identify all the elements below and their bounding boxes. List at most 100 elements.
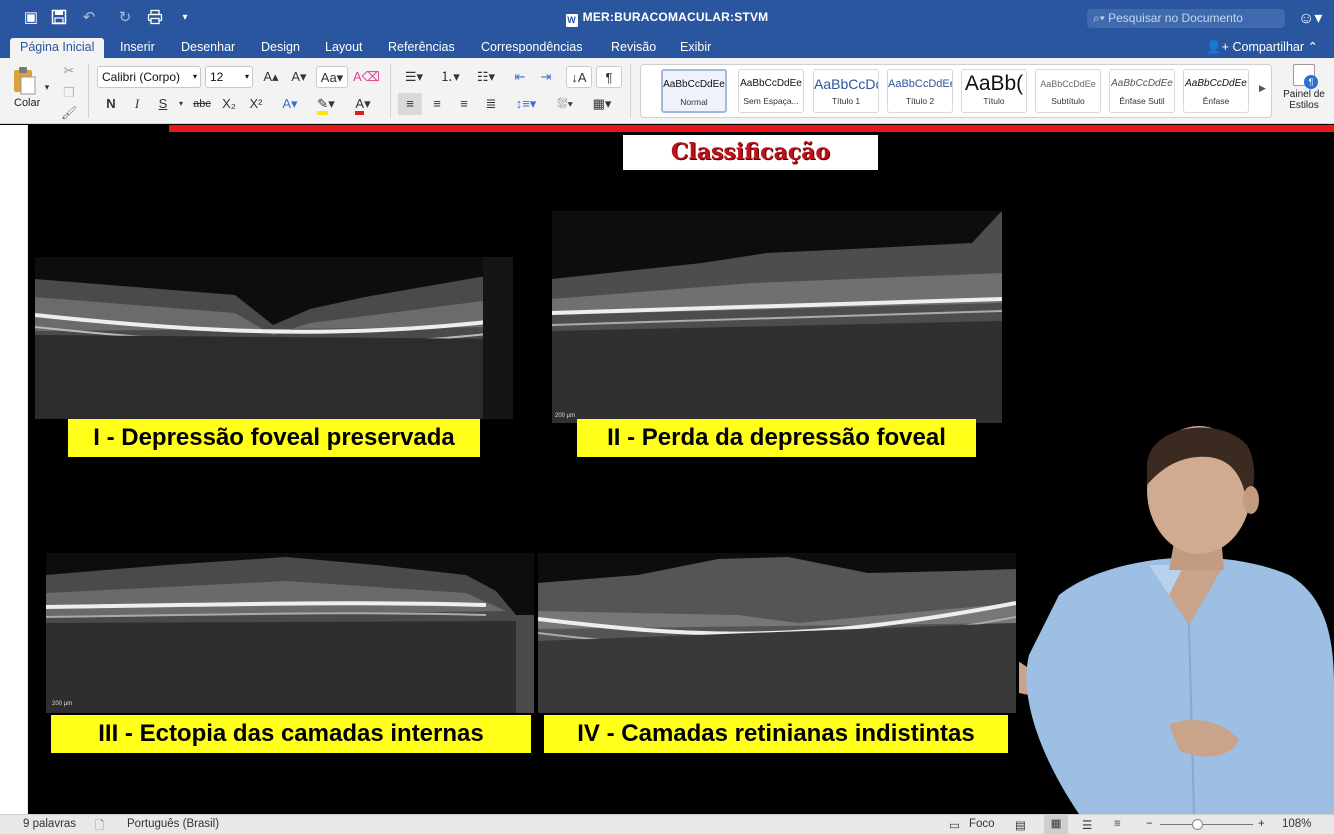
clear-formatting-icon[interactable]: A⌫ <box>353 66 380 88</box>
tab-referencias[interactable]: Referências <box>388 40 455 54</box>
web-layout-view-icon[interactable]: ▦ <box>1044 815 1068 834</box>
style-sample: AaBbCcDdEe <box>1185 78 1247 89</box>
decrease-indent-icon[interactable]: ⇤ <box>508 66 532 88</box>
borders-icon[interactable]: ▦▾ <box>584 93 620 115</box>
cut-icon[interactable]: ✂ <box>60 60 78 82</box>
ribbon-tabs: Página Inicial Inserir Desenhar Design L… <box>0 36 1334 58</box>
sort-icon[interactable]: ↓A <box>566 66 592 88</box>
style-name: Sem Espaça... <box>743 96 799 106</box>
align-center-icon[interactable]: ≡ <box>425 93 449 115</box>
shrink-font-icon[interactable]: A▾ <box>286 66 312 88</box>
collapse-ribbon-icon[interactable]: ⌃ <box>1308 40 1318 54</box>
paste-icon[interactable] <box>12 66 36 95</box>
align-left-icon[interactable]: ≡ <box>398 93 422 115</box>
style-titulo[interactable]: AaBb(Título <box>961 69 1027 113</box>
highlight-color-icon[interactable]: ✎▾ <box>308 93 344 115</box>
font-size-select[interactable]: 12 ▾ <box>205 66 253 88</box>
zoom-out-button[interactable]: − <box>1146 818 1153 830</box>
font-color-icon[interactable]: A▾ <box>346 93 380 115</box>
zoom-slider-thumb[interactable] <box>1192 819 1204 830</box>
word-count[interactable]: 9 palavras <box>23 818 76 830</box>
slide-image: Classificação I - Depressão foveal prese… <box>29 125 1334 814</box>
multilevel-list-icon[interactable]: ☷▾ <box>470 66 502 88</box>
tab-desenhar[interactable]: Desenhar <box>181 40 235 54</box>
share-button[interactable]: 👤+ Compartilhar ⌃ <box>1206 39 1318 55</box>
tab-layout[interactable]: Layout <box>325 40 363 54</box>
language-indicator[interactable]: Português (Brasil) <box>127 818 219 830</box>
numbering-icon[interactable]: ⒈▾ <box>434 66 466 88</box>
style-sample: AaBbCcDdEe <box>1040 79 1096 89</box>
style-titulo-2[interactable]: AaBbCcDdEe Título 2 <box>887 69 953 113</box>
style-subtitulo[interactable]: AaBbCcDdEe Subtítulo <box>1035 69 1101 113</box>
underline-options-chevron-icon[interactable]: ▾ <box>176 93 186 115</box>
focus-mode-icon[interactable]: ▭ <box>949 818 960 832</box>
style-enfase-sutil[interactable]: AaBbCcDdEe Ênfase Sutil <box>1109 69 1175 113</box>
grow-font-icon[interactable]: A▴ <box>258 66 284 88</box>
underline-button[interactable]: S <box>152 93 174 115</box>
increase-indent-icon[interactable]: ⇥ <box>534 66 558 88</box>
format-painter-icon[interactable]: 🖌 <box>60 102 78 124</box>
tab-pagina-inicial[interactable]: Página Inicial <box>10 38 105 58</box>
draft-view-icon[interactable]: ≡ <box>1114 818 1121 830</box>
style-sample: AaBbCcDdEe <box>1111 78 1173 89</box>
copy-icon[interactable]: ❐ <box>60 82 78 104</box>
tab-design[interactable]: Design <box>261 40 300 54</box>
tab-revisao[interactable]: Revisão <box>611 40 656 54</box>
search-icon: ⌕▾ <box>1093 11 1105 25</box>
oct-scan-2: 200 µm <box>552 211 1002 423</box>
chevron-down-icon: ▾ <box>192 72 197 81</box>
proofing-icon[interactable]: 🗋 <box>95 818 104 834</box>
tab-exibir[interactable]: Exibir <box>680 40 711 54</box>
italic-button[interactable]: I <box>126 93 148 115</box>
style-name: Título <box>983 96 1005 106</box>
styles-gallery: AaBbCcDdEe Normal AaBbCcDdEe Sem Espaça...… <box>640 64 1272 118</box>
chevron-down-icon: ▾ <box>244 72 249 81</box>
style-sample: AaBbCcDdEe <box>663 79 725 90</box>
style-name: Normal <box>680 97 708 107</box>
zoom-in-button[interactable]: + <box>1258 818 1265 830</box>
superscript-button[interactable]: X² <box>244 93 268 115</box>
caption-3: III - Ectopia das camadas internas <box>51 715 531 753</box>
scale-label: 200 µm <box>555 413 576 419</box>
search-input[interactable]: ⌕▾ Pesquisar no Documento <box>1087 9 1285 28</box>
tab-correspondencias[interactable]: Correspondências <box>481 40 582 54</box>
caption-2: II - Perda da depressão foveal <box>577 419 976 457</box>
style-sample: AaBbCcDdEe <box>740 78 802 89</box>
text-effects-icon[interactable]: A▾ <box>276 93 304 115</box>
subscript-button[interactable]: X₂ <box>217 93 241 115</box>
line-spacing-icon[interactable]: ↕≡▾ <box>510 93 542 115</box>
style-normal[interactable]: AaBbCcDdEe Normal <box>661 69 727 113</box>
presenter-video <box>849 425 1334 814</box>
align-right-icon[interactable]: ≡ <box>452 93 476 115</box>
oct-scan-4 <box>538 553 1016 713</box>
change-case-icon[interactable]: Aa▾ <box>316 66 348 88</box>
styles-pane-button[interactable]: ¶ Painel de Estilos <box>1276 64 1332 111</box>
caption-1: I - Depressão foveal preservada <box>68 419 480 457</box>
oct-scan-3: 200 µm <box>46 553 534 713</box>
ribbon-home: Colar ▾ ✂ ❐ 🖌 Calibri (Corpo) ▾ 12 ▾ A▴ A▾… <box>0 58 1334 124</box>
shading-icon[interactable]: ⛆▾ <box>548 93 582 115</box>
style-titulo-1[interactable]: AaBbCcDc Título 1 <box>813 69 879 113</box>
feedback-smiley-icon[interactable]: ☺▾ <box>1298 8 1326 28</box>
print-layout-view-icon[interactable]: ▤ <box>1015 818 1026 832</box>
style-enfase[interactable]: AaBbCcDdEe Ênfase <box>1183 69 1249 113</box>
focus-mode-label[interactable]: Foco <box>969 818 995 830</box>
strikethrough-button[interactable]: abc <box>190 93 214 115</box>
styles-more-icon[interactable]: ▶ <box>1259 83 1266 94</box>
show-formatting-marks-icon[interactable]: ¶ <box>596 66 622 88</box>
caption-4: IV - Camadas retinianas indistintas <box>544 715 1008 753</box>
bullets-icon[interactable]: ☰▾ <box>398 66 430 88</box>
justify-icon[interactable]: ≣ <box>479 93 503 115</box>
tab-inserir[interactable]: Inserir <box>120 40 155 54</box>
paste-options-chevron-icon[interactable]: ▾ <box>42 76 52 98</box>
divider <box>630 64 631 118</box>
style-sem-espacamento[interactable]: AaBbCcDdEe Sem Espaça... <box>738 69 804 113</box>
font-name-select[interactable]: Calibri (Corpo) ▾ <box>97 66 201 88</box>
style-name: Título 2 <box>905 96 935 106</box>
oct-scan-1 <box>35 257 513 419</box>
style-sample: AaBbCcDc <box>814 76 878 92</box>
zoom-slider[interactable] <box>1160 824 1253 825</box>
bold-button[interactable]: N <box>100 93 122 115</box>
outline-view-icon[interactable]: ☰ <box>1082 818 1092 832</box>
zoom-level[interactable]: 108% <box>1282 818 1311 830</box>
